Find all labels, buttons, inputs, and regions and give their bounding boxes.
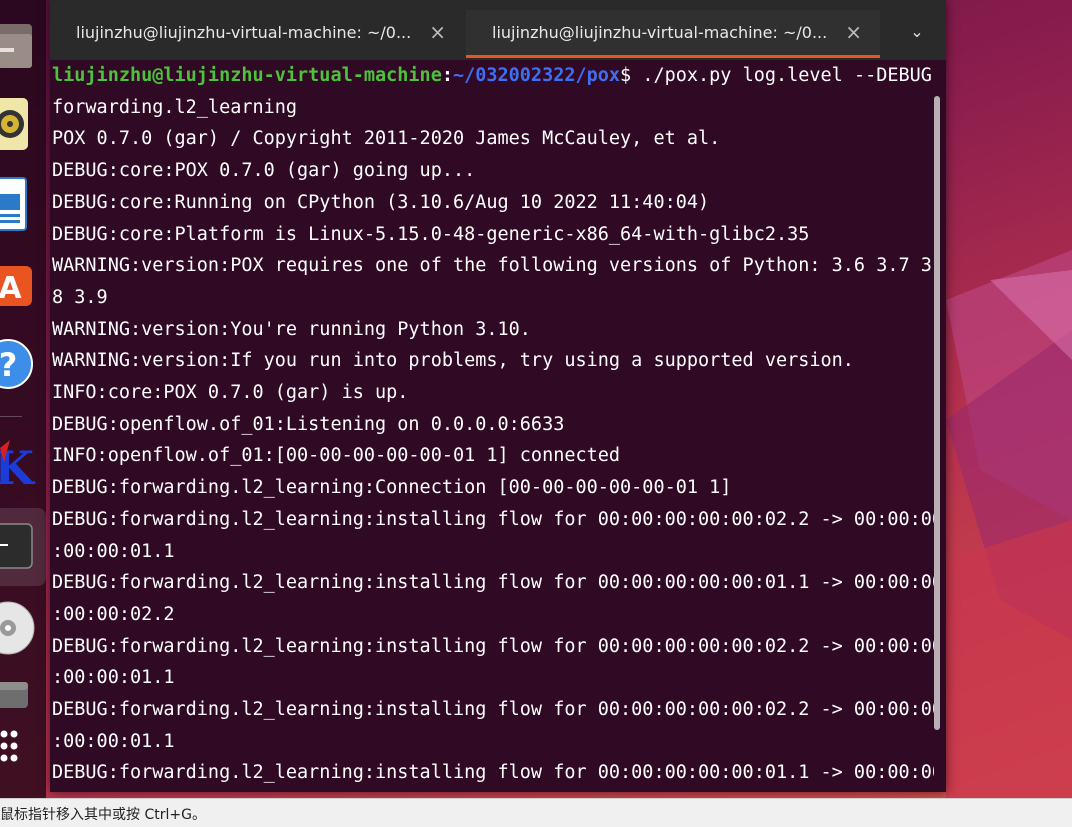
active-tab-indicator: [466, 55, 880, 58]
files-icon[interactable]: [0, 12, 46, 72]
output-line: INFO:openflow.of_01:[00-00-00-00-00-01 1…: [52, 445, 621, 467]
output-line: :00:00:01.1: [52, 540, 175, 562]
output-line: 8 3.9: [52, 286, 108, 308]
drive-icon[interactable]: [0, 676, 46, 712]
rhythmbox-icon[interactable]: [0, 94, 46, 154]
output-line: DEBUG:forwarding.l2_learning:installing …: [52, 762, 934, 784]
status-text: 鼠标指针移入其中或按 Ctrl+G。: [0, 807, 206, 823]
tab-2-close-icon[interactable]: ×: [845, 20, 862, 44]
output-line: DEBUG:forwarding.l2_learning:installing …: [52, 508, 934, 530]
output-line: DEBUG:forwarding.l2_learning:Connection …: [52, 477, 732, 499]
dock: A ? K: [0, 0, 46, 798]
output-line: POX 0.7.0 (gar) / Copyright 2011-2020 Ja…: [52, 128, 721, 150]
tab-1[interactable]: liujinzhu@liujinzhu-virtual-machine: ~/0…: [50, 10, 464, 58]
writer-icon[interactable]: [0, 174, 46, 234]
prompt-line: liujinzhu@liujinzhu-virtual-machine:~/03…: [52, 60, 932, 92]
output-line: DEBUG:core:Running on CPython (3.10.6/Au…: [52, 191, 710, 213]
output-line: DEBUG:openflow.of_01:Listening on 0.0.0.…: [52, 413, 565, 435]
output-line: DEBUG:forwarding.l2_learning:installing …: [52, 635, 934, 657]
terminal-window: liujinzhu@liujinzhu-virtual-machine: ~/0…: [50, 0, 946, 792]
output-line: DEBUG:forwarding.l2_learning:installing …: [52, 699, 934, 720]
output-line: :00:00:01.1: [52, 730, 175, 752]
help-question-mark: ?: [0, 346, 17, 384]
disc-icon[interactable]: [0, 598, 46, 658]
help-icon[interactable]: ?: [0, 334, 46, 394]
prompt-command: ./pox.py log.level --DEBUG: [642, 65, 932, 86]
tab-1-title: liujinzhu@liujinzhu-virtual-machine: ~/0…: [76, 23, 412, 42]
terminal-output[interactable]: liujinzhu@liujinzhu-virtual-machine:~/03…: [50, 60, 934, 792]
app-center-letter: A: [0, 271, 22, 306]
terminal-scrollbar[interactable]: [934, 96, 940, 730]
output-line: forwarding.l2_learning: [52, 96, 298, 118]
output-line: DEBUG:core:Platform is Linux-5.15.0-48-g…: [52, 223, 810, 245]
output-line: INFO:core:POX 0.7.0 (gar) is up.: [52, 382, 409, 403]
prompt-path: ~/032002322/pox: [452, 65, 621, 86]
vm-status-bar: 鼠标指针移入其中或按 Ctrl+G。: [0, 798, 1072, 827]
app-center-icon[interactable]: A: [0, 254, 46, 314]
prompt-separator: :: [441, 65, 453, 86]
output-line: DEBUG:core:POX 0.7.0 (gar) going up...: [52, 160, 476, 182]
output-line: WARNING:version:If you run into problems…: [52, 350, 854, 372]
output-line: :00:00:02.2: [52, 603, 175, 625]
tk-app-icon[interactable]: K: [0, 432, 46, 495]
output-line: WARNING:version:POX requires one of the …: [52, 255, 934, 277]
prompt-user-host: liujinzhu@liujinzhu-virtual-machine: [52, 65, 442, 86]
tab-2-title: liujinzhu@liujinzhu-virtual-machine: ~/0…: [492, 23, 828, 42]
tab-menu-chevron-down-icon[interactable]: ⌄: [902, 22, 932, 48]
output-line: DEBUG:forwarding.l2_learning:installing …: [52, 572, 934, 594]
output-line: WARNING:version:You're running Python 3.…: [52, 318, 531, 340]
tab-bar: liujinzhu@liujinzhu-virtual-machine: ~/0…: [50, 0, 946, 60]
show-apps-icon[interactable]: [0, 726, 46, 774]
tab-2[interactable]: liujinzhu@liujinzhu-virtual-machine: ~/0…: [466, 10, 880, 58]
dock-separator: [0, 416, 22, 417]
terminal-icon[interactable]: [0, 508, 46, 586]
tab-1-close-icon[interactable]: ×: [429, 20, 446, 44]
output-line: :00:00:01.1: [52, 667, 175, 689]
prompt-symbol: $: [620, 65, 643, 86]
